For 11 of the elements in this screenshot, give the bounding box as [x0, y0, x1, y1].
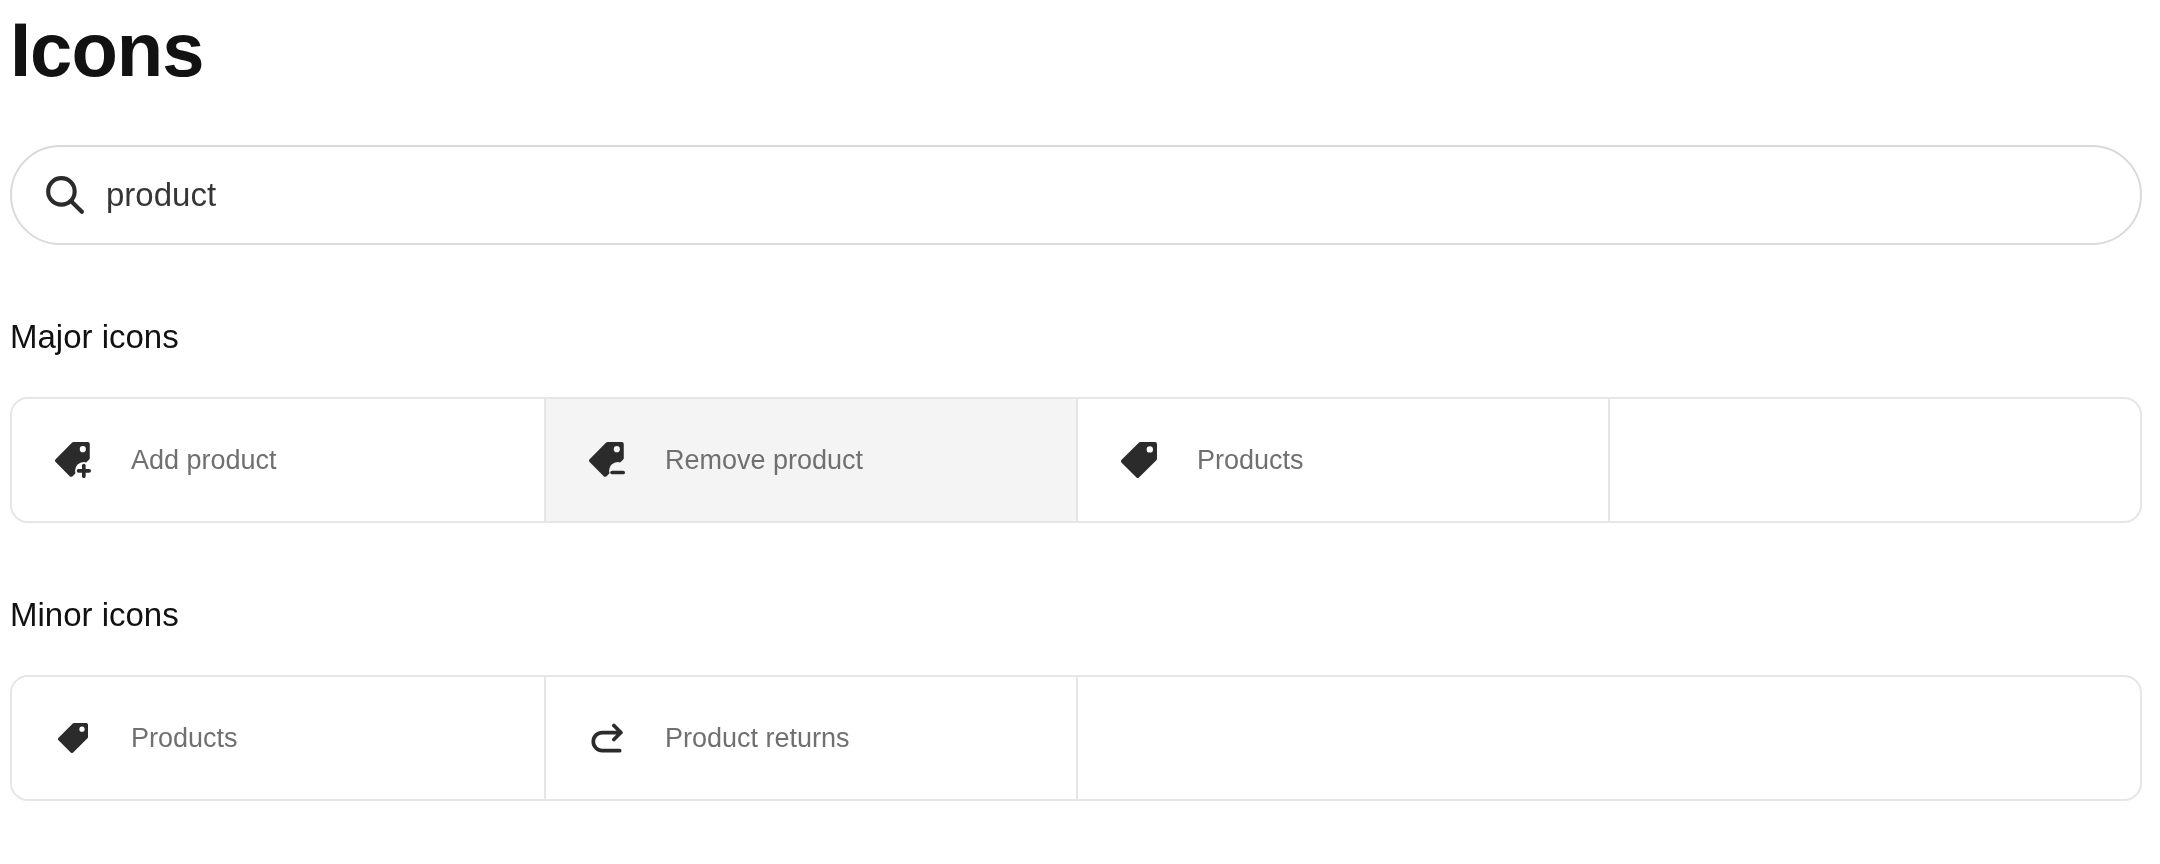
section-heading: Major icons: [10, 317, 179, 357]
search-icon: [46, 176, 84, 214]
page-title: Icons: [10, 8, 204, 92]
section-heading: Minor icons: [10, 595, 179, 635]
return-arrow-icon: [590, 722, 624, 754]
tag-minus-icon: [589, 442, 625, 478]
tag-plus-icon: [55, 442, 91, 478]
tag-icon: [1121, 442, 1157, 478]
tag-icon: [58, 723, 88, 753]
search-field[interactable]: product: [10, 145, 2142, 245]
icon-tile[interactable]: Remove product: [544, 399, 1076, 521]
